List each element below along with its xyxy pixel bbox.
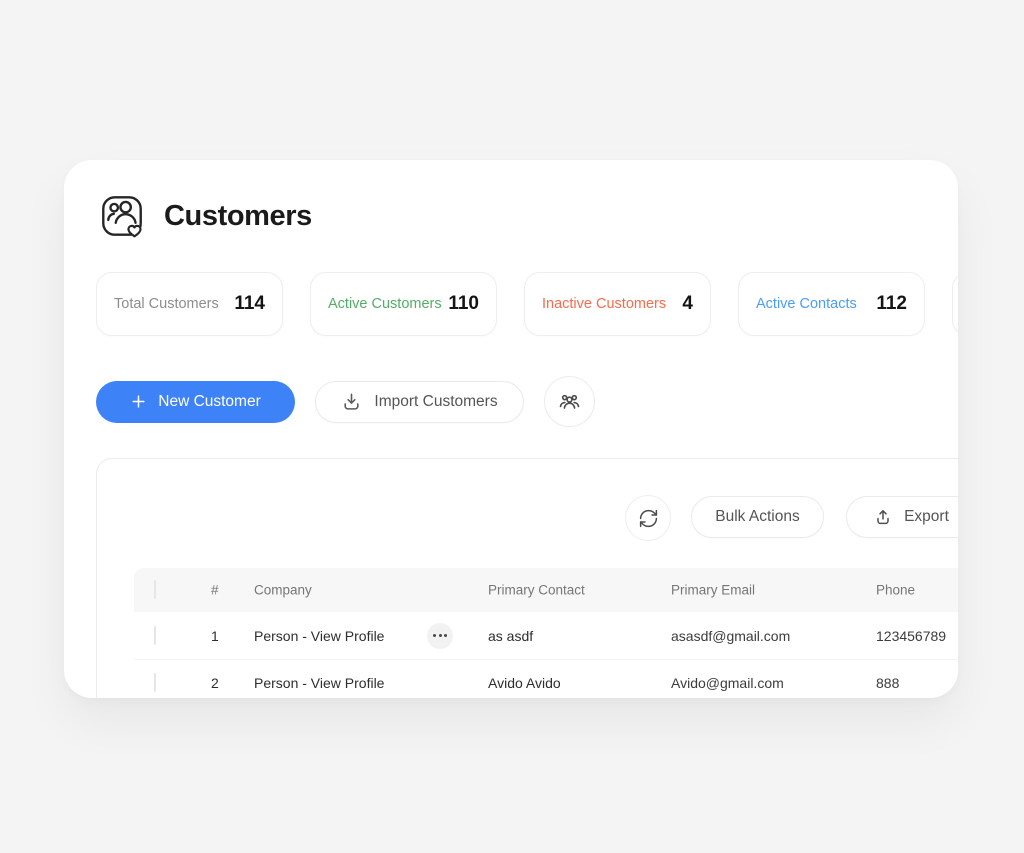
panel-header: Customers <box>96 190 312 242</box>
table-header-row: # Company Primary Contact Primary Email … <box>134 568 958 612</box>
new-customer-button[interactable]: New Customer <box>96 381 295 423</box>
column-header-phone: Phone <box>876 583 915 598</box>
stat-label: Active Contacts <box>756 296 857 312</box>
column-header-primary-email: Primary Email <box>671 583 755 598</box>
row-number: 1 <box>211 628 219 644</box>
column-header-num: # <box>211 583 219 598</box>
group-icon <box>558 390 581 413</box>
stat-active-contacts: Active Contacts 112 <box>738 272 925 336</box>
row-checkbox[interactable] <box>154 673 156 692</box>
stat-total-customers: Total Customers 114 <box>96 272 283 336</box>
import-customers-label: Import Customers <box>374 393 497 411</box>
new-customer-label: New Customer <box>158 393 261 411</box>
company-link[interactable]: Person - View Profile <box>254 675 384 691</box>
ellipsis-icon <box>433 634 436 637</box>
primary-contact: Avido Avido <box>488 675 561 691</box>
table-row: 1 Person - View Profile as asdf asasdf@g… <box>134 612 958 659</box>
primary-email: asasdf@gmail.com <box>671 628 790 644</box>
stat-value: 112 <box>876 293 907 315</box>
row-checkbox[interactable] <box>154 626 156 645</box>
plus-icon <box>130 393 147 410</box>
column-header-primary-contact: Primary Contact <box>488 583 585 598</box>
refresh-icon <box>638 508 659 529</box>
export-label: Export <box>904 508 949 526</box>
page-title: Customers <box>164 200 312 233</box>
customers-table-section: Bulk Actions Export # Company Primary Co… <box>96 458 958 698</box>
actions-row: New Customer Import Customers <box>96 376 595 427</box>
phone-number: 123456789 <box>876 628 946 644</box>
company-link[interactable]: Person - View Profile <box>254 628 384 644</box>
contacts-group-button[interactable] <box>544 376 595 427</box>
customers-table: # Company Primary Contact Primary Email … <box>134 568 958 698</box>
stat-card-clipped <box>952 272 958 336</box>
phone-number: 888 <box>876 675 899 691</box>
bulk-actions-button[interactable]: Bulk Actions <box>691 496 824 538</box>
download-icon <box>341 391 362 412</box>
row-number: 2 <box>211 675 219 691</box>
import-customers-button[interactable]: Import Customers <box>315 381 524 423</box>
primary-contact: as asdf <box>488 628 533 644</box>
column-header-company: Company <box>254 583 312 598</box>
customers-panel: Customers Total Customers 114 Active Cus… <box>64 160 958 698</box>
row-menu-button[interactable] <box>427 623 453 649</box>
select-all-checkbox[interactable] <box>154 580 156 599</box>
stat-value: 114 <box>234 293 265 315</box>
stat-value: 4 <box>682 293 693 315</box>
upload-icon <box>873 507 893 527</box>
page-background: { "header": { "title": "Customers" }, "s… <box>0 0 1024 853</box>
stats-row: Total Customers 114 Active Customers 110… <box>96 272 958 336</box>
export-button[interactable]: Export <box>846 496 958 538</box>
stat-label: Total Customers <box>114 296 219 312</box>
primary-email: Avido@gmail.com <box>671 675 784 691</box>
stat-label: Inactive Customers <box>542 296 666 312</box>
stat-inactive-customers: Inactive Customers 4 <box>524 272 711 336</box>
stat-active-customers: Active Customers 110 <box>310 272 497 336</box>
refresh-button[interactable] <box>625 495 671 541</box>
stat-value: 110 <box>448 293 479 315</box>
stat-label: Active Customers <box>328 296 442 312</box>
customers-heart-icon <box>96 190 148 242</box>
table-row: 2 Person - View Profile Avido Avido Avid… <box>134 659 958 698</box>
